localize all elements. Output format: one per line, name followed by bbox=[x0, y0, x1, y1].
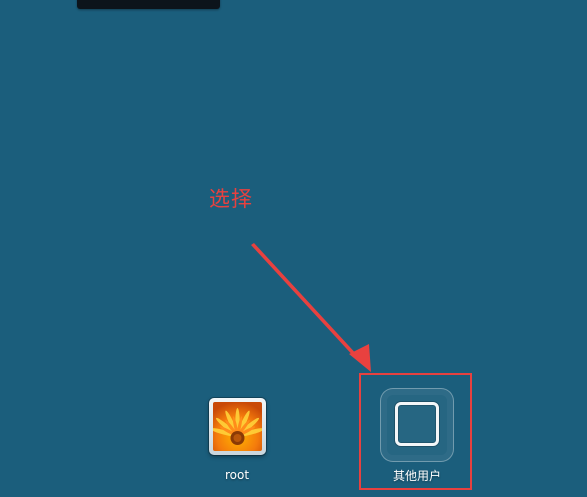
user-tile-root[interactable]: root bbox=[207, 398, 267, 482]
user-name-label: root bbox=[224, 468, 250, 482]
annotation-arrow bbox=[251, 243, 371, 372]
flower-avatar-icon bbox=[212, 402, 262, 451]
selection-highlight-box bbox=[359, 373, 472, 490]
avatar[interactable] bbox=[208, 398, 266, 455]
login-screen: { "annotation": { "text": "选择", "color":… bbox=[0, 0, 587, 497]
